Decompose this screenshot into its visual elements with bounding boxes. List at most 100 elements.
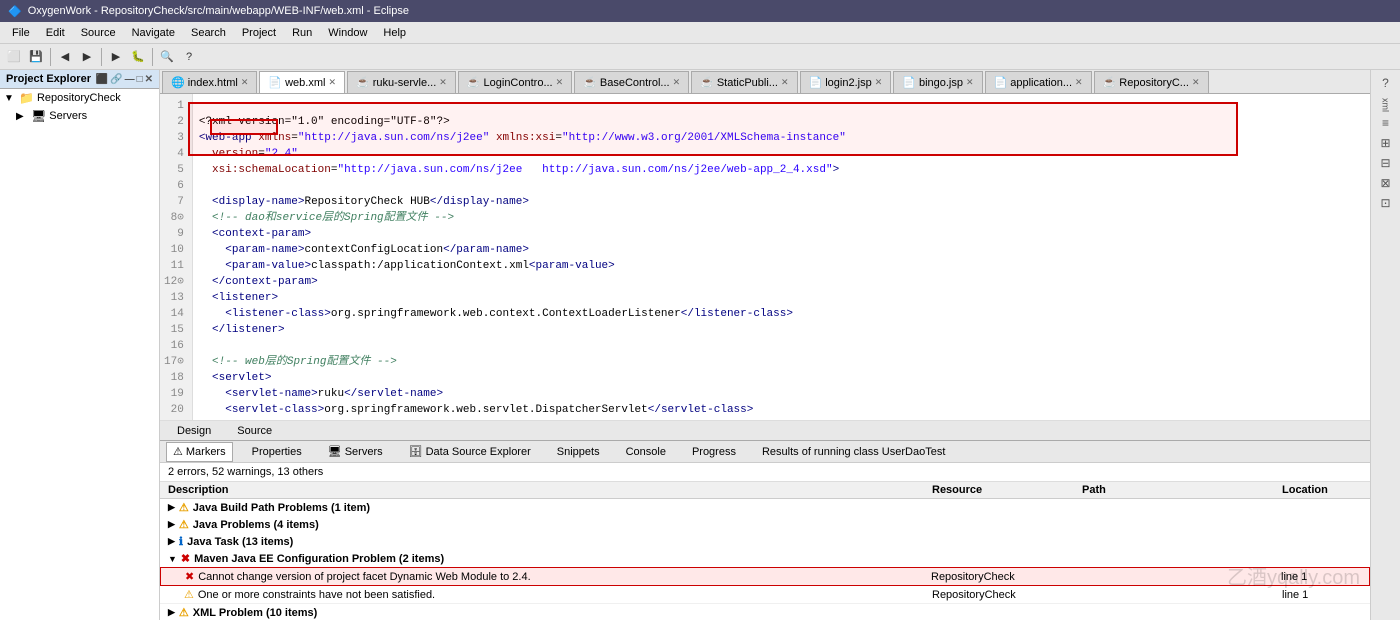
tab-ruku[interactable]: ☕ ruku-servle... ✕: [347, 71, 456, 93]
snippets-label: Snippets: [557, 446, 600, 458]
code-editor: 1 2 3 4 5 6 7 8⊙ 9 10 11 12⊙ 13 14 15 16…: [160, 94, 1370, 420]
right-panel-icon3[interactable]: ⊟: [1378, 154, 1392, 172]
line-num-15: 15: [164, 322, 188, 338]
line-num-18: 18: [164, 370, 188, 386]
col-path: Path: [1082, 484, 1282, 496]
javatask-label: Java Task (13 items): [187, 536, 293, 548]
tab-close-repositoryc[interactable]: ✕: [1192, 77, 1200, 88]
problem-row-maven-2[interactable]: ⚠ One or more constraints have not been …: [160, 586, 1370, 604]
tab-application[interactable]: 📄 application... ✕: [985, 71, 1092, 93]
problems-tab-snippets[interactable]: Snippets: [550, 442, 607, 462]
toolbar-save[interactable]: 💾: [26, 47, 46, 67]
markers-label: Markers: [186, 446, 226, 458]
line-num-11: 11: [164, 258, 188, 274]
line-num-20: 20: [164, 402, 188, 418]
menu-edit[interactable]: Edit: [38, 25, 73, 41]
tab-index-html[interactable]: 🌐 index.html ✕: [162, 71, 257, 93]
right-panel-icon1[interactable]: ≡: [1380, 114, 1391, 132]
toolbar-search[interactable]: 🔍: [157, 47, 177, 67]
menu-project[interactable]: Project: [234, 25, 284, 41]
buildpath-arrow: ▶: [168, 502, 175, 513]
tab-logincontro[interactable]: ☕ LoginContro... ✕: [458, 71, 572, 93]
menu-file[interactable]: File: [4, 25, 38, 41]
tab-label-repositoryc: RepositoryC...: [1119, 77, 1189, 89]
tree-item-servers[interactable]: ▶ 🖥 Servers: [0, 107, 159, 125]
tab-close-application[interactable]: ✕: [1075, 77, 1083, 88]
maven-item2-description: One or more constraints have not been sa…: [198, 589, 435, 601]
line-num-4: 4: [164, 146, 188, 162]
problems-tab-console[interactable]: Console: [619, 442, 673, 462]
collapse-all-icon[interactable]: ⬛: [96, 74, 108, 85]
right-panel-icon5[interactable]: ⊡: [1378, 194, 1392, 212]
problem-group-maven[interactable]: ▼ ✖ Maven Java EE Configuration Problem …: [160, 550, 1370, 567]
right-panel-question[interactable]: ?: [1380, 74, 1391, 92]
toolbar-forward[interactable]: ▶: [77, 47, 97, 67]
tab-close-ruku[interactable]: ✕: [439, 77, 447, 88]
menu-window[interactable]: Window: [320, 25, 375, 41]
source-tab[interactable]: Source: [228, 423, 281, 439]
close-icon[interactable]: ✕: [145, 74, 153, 85]
menu-source[interactable]: Source: [73, 25, 124, 41]
problems-tab-progress[interactable]: Progress: [685, 442, 743, 462]
tab-close-bingo[interactable]: ✕: [966, 77, 974, 88]
problem-group-javatask[interactable]: ▶ ℹ Java Task (13 items): [160, 533, 1370, 550]
right-panel-icon4[interactable]: ⊠: [1378, 174, 1392, 192]
menu-run[interactable]: Run: [284, 25, 320, 41]
xml-arrow: ▶: [168, 607, 175, 618]
tab-staticpubli[interactable]: ☕ StaticPubli... ✕: [691, 71, 797, 93]
tab-close-index[interactable]: ✕: [241, 77, 249, 88]
problems-tab-datasource[interactable]: 🗄 Data Source Explorer: [402, 442, 538, 462]
problem-group-javaproblems[interactable]: ▶ ⚠ Java Problems (4 items): [160, 516, 1370, 533]
right-panel-icon2[interactable]: ⊞: [1378, 134, 1392, 152]
problems-summary-text: 2 errors, 52 warnings, 13 others: [168, 466, 323, 478]
toolbar-back[interactable]: ◀: [55, 47, 75, 67]
tab-basecontrol[interactable]: ☕ BaseControl... ✕: [574, 71, 689, 93]
problems-tab-properties[interactable]: Properties: [245, 442, 309, 462]
editor-area: 🌐 index.html ✕ 📄 web.xml ✕ ☕ ruku-servle…: [160, 70, 1370, 620]
tab-close-staticpubli[interactable]: ✕: [781, 77, 789, 88]
maven-icon: ✖: [181, 552, 190, 565]
line-num-1: 1: [164, 98, 188, 114]
datasource-icon: 🗄: [409, 445, 423, 458]
tab-login2[interactable]: 📄 login2.jsp ✕: [800, 71, 892, 93]
toolbar-help[interactable]: ?: [179, 47, 199, 67]
problem-row-maven-1[interactable]: ✖ Cannot change version of project facet…: [160, 567, 1370, 586]
tree-item-repositorycheck[interactable]: ▼ 📁 RepositoryCheck: [0, 89, 159, 107]
problems-tab-servers[interactable]: 🖥 Servers: [321, 442, 390, 462]
menu-help[interactable]: Help: [375, 25, 414, 41]
tab-label-logincontro: LoginContro...: [484, 77, 553, 89]
tab-close-webxml[interactable]: ✕: [328, 77, 336, 88]
tab-label-index: index.html: [188, 77, 238, 89]
menu-search[interactable]: Search: [183, 25, 234, 41]
tab-repositoryc[interactable]: ☕ RepositoryC... ✕: [1094, 71, 1209, 93]
datasource-label: Data Source Explorer: [426, 446, 531, 458]
minimize-icon[interactable]: —: [125, 74, 135, 85]
toolbar-new[interactable]: ⬜: [4, 47, 24, 67]
link-with-editor-icon[interactable]: 🔗: [110, 74, 122, 85]
tab-close-basecontrol[interactable]: ✕: [673, 77, 681, 88]
problem-group-buildpath[interactable]: ▶ ⚠ Java Build Path Problems (1 item): [160, 499, 1370, 516]
toolbar-run[interactable]: ▶: [106, 47, 126, 67]
maximize-icon[interactable]: □: [137, 74, 143, 85]
buildpath-label: Java Build Path Problems (1 item): [193, 502, 370, 514]
tab-web-xml[interactable]: 📄 web.xml ✕: [259, 71, 345, 93]
maven-item1-location: line 1: [1281, 571, 1361, 583]
tab-icon-bingo: 📄: [902, 76, 916, 89]
tab-bingo[interactable]: 📄 bingo.jsp ✕: [893, 71, 982, 93]
design-tab[interactable]: Design: [168, 423, 220, 439]
problem-group-xml[interactable]: ▶ ⚠ XML Problem (10 items): [160, 604, 1370, 620]
line-num-14: 14: [164, 306, 188, 322]
line-num-17: 17⊙: [164, 354, 188, 370]
problems-tab-results[interactable]: Results of running class UserDaoTest: [755, 442, 952, 462]
maven-label: Maven Java EE Configuration Problem (2 i…: [194, 553, 444, 565]
servers-icon: 🖥: [328, 445, 342, 458]
tab-close-login2[interactable]: ✕: [875, 77, 883, 88]
problems-tab-markers[interactable]: ⚠ Markers: [166, 442, 233, 462]
buildpath-icon: ⚠: [179, 501, 189, 514]
menu-navigate[interactable]: Navigate: [124, 25, 183, 41]
project-explorer-title: Project Explorer: [6, 73, 91, 85]
tab-close-logincontro[interactable]: ✕: [556, 77, 564, 88]
code-content[interactable]: <?xml version="1.0" encoding="UTF-8"?> <…: [193, 94, 1370, 420]
tab-icon-application: 📄: [994, 76, 1008, 89]
toolbar-debug[interactable]: 🐛: [128, 47, 148, 67]
